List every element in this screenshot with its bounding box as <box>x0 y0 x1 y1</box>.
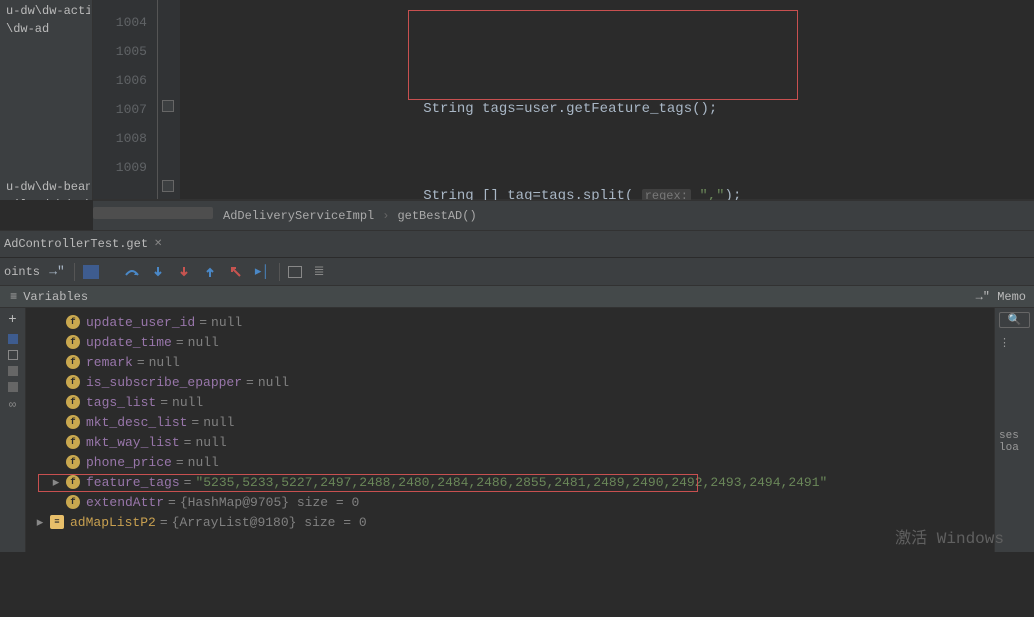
variable-value: null <box>203 415 234 430</box>
variable-name: phone_price <box>86 455 172 470</box>
variable-value: null <box>211 315 242 330</box>
variables-toolbar[interactable]: + ∞ <box>0 308 26 552</box>
sidebar-file-item[interactable]: gilu-dw\dw-busi <box>2 196 90 200</box>
variable-value: null <box>195 435 226 450</box>
trace-icon[interactable]: ≣ <box>310 263 328 281</box>
expand-icon[interactable]: ▸ <box>50 475 62 490</box>
close-icon[interactable]: ✕ <box>154 238 162 250</box>
field-icon: f <box>66 375 80 389</box>
sidebar-file-item[interactable]: u-dw\dw-bean <box>2 178 90 196</box>
toolbar-label: oints <box>4 265 40 279</box>
variable-name: update_user_id <box>86 315 195 330</box>
sidebar-file-item[interactable]: \dw-ad <box>2 20 90 38</box>
tool-icon[interactable]: ∞ <box>9 398 16 412</box>
variable-row[interactable]: fextendAttr = {HashMap@9705} size = 0 <box>26 492 994 512</box>
sidebar-file-item[interactable]: u-dw\dw-action <box>2 2 90 20</box>
search-icon[interactable]: 🔍 <box>999 312 1030 328</box>
field-icon: f <box>66 335 80 349</box>
variable-value: null <box>172 395 203 410</box>
fold-marker[interactable] <box>162 180 174 192</box>
fold-gutter[interactable] <box>158 0 180 199</box>
variable-row[interactable]: ftags_list = null <box>26 392 994 412</box>
tool-icon[interactable] <box>8 382 18 392</box>
variable-name: adMapListP2 <box>70 515 156 530</box>
tool-icon[interactable] <box>8 334 18 344</box>
variable-value: null <box>188 335 219 350</box>
breadcrumb-class[interactable]: AdDeliveryServiceImpl <box>223 209 374 223</box>
side-text: ses loa <box>999 430 1030 454</box>
variable-value: null <box>188 455 219 470</box>
fold-marker[interactable] <box>162 100 174 112</box>
expand-icon[interactable]: ▸ <box>34 515 46 530</box>
field-icon: f <box>66 495 80 509</box>
field-icon: f <box>66 435 80 449</box>
step-over-icon[interactable] <box>123 263 141 281</box>
step-out-icon[interactable] <box>201 263 219 281</box>
variables-panel-header[interactable]: ≡ Variables →" Memo <box>0 286 1034 308</box>
field-icon: f <box>66 315 80 329</box>
variable-row[interactable]: fupdate_time = null <box>26 332 994 352</box>
variable-row[interactable]: ▸≡adMapListP2 = {ArrayList@9180} size = … <box>26 512 994 532</box>
menu-icon[interactable]: ⋮ <box>999 336 1030 350</box>
variables-title: Variables <box>23 290 88 304</box>
add-watch-icon[interactable]: + <box>8 312 16 328</box>
variable-name: is_subscribe_epapper <box>86 375 242 390</box>
list-icon: ≡ <box>10 290 17 304</box>
variable-name: remark <box>86 355 133 370</box>
debug-tab-bar[interactable]: AdControllerTest.get ✕ <box>0 230 1034 258</box>
debug-toolbar[interactable]: oints →" ▸│ ≣ <box>0 258 1034 286</box>
highlight-annotation <box>408 10 798 100</box>
variable-name: extendAttr <box>86 495 164 510</box>
field-icon: f <box>66 355 80 369</box>
variable-name: mkt_desc_list <box>86 415 187 430</box>
variable-value: null <box>149 355 180 370</box>
variable-row[interactable]: fis_subscribe_epapper = null <box>26 372 994 392</box>
variable-name: feature_tags <box>86 475 180 490</box>
code-content[interactable]: String tags=user.getFeature_tags(); Stri… <box>180 0 1034 199</box>
line-number-gutter: 1004 1005 1006 1007 1008 1009 <box>93 0 158 199</box>
tab-label[interactable]: AdControllerTest.get <box>4 237 148 251</box>
force-step-into-icon[interactable] <box>175 263 193 281</box>
field-icon: f <box>66 415 80 429</box>
variable-name: update_time <box>86 335 172 350</box>
evaluate-icon[interactable] <box>288 266 302 278</box>
variable-row[interactable]: fphone_price = null <box>26 452 994 472</box>
project-sidebar[interactable]: u-dw\dw-action \dw-ad u-dw\dw-bean gilu-… <box>0 0 93 200</box>
code-editor[interactable]: 1004 1005 1006 1007 1008 1009 String tag… <box>93 0 1034 200</box>
field-icon: f <box>66 395 80 409</box>
variable-row[interactable]: fmkt_desc_list = null <box>26 412 994 432</box>
variable-row[interactable]: fmkt_way_list = null <box>26 432 994 452</box>
breadcrumb-method[interactable]: getBestAD() <box>397 209 476 223</box>
field-icon: f <box>66 475 80 489</box>
stack-icon[interactable] <box>83 265 99 279</box>
settings-icon[interactable]: →" <box>48 263 66 281</box>
drop-frame-icon[interactable] <box>227 263 245 281</box>
field-icon: f <box>66 455 80 469</box>
variable-name: mkt_way_list <box>86 435 180 450</box>
tool-icon[interactable] <box>8 366 18 376</box>
list-icon: ≡ <box>50 515 64 529</box>
variable-row[interactable]: ▸ffeature_tags = "5235,5233,5227,2497,24… <box>26 472 994 492</box>
variables-tree[interactable]: fupdate_user_id = nullfupdate_time = nul… <box>26 308 994 552</box>
variable-row[interactable]: fremark = null <box>26 352 994 372</box>
variable-value: null <box>258 375 289 390</box>
step-into-icon[interactable] <box>149 263 167 281</box>
variable-row[interactable]: fupdate_user_id = null <box>26 312 994 332</box>
variable-value: {ArrayList@9180} size = 0 <box>172 515 367 530</box>
right-panel[interactable]: 🔍 ⋮ ses loa <box>994 308 1034 552</box>
breadcrumb-bar[interactable]: AdDeliveryServiceImpl › getBestAD() <box>93 200 1034 230</box>
run-to-cursor-icon[interactable]: ▸│ <box>253 263 271 281</box>
variable-name: tags_list <box>86 395 156 410</box>
memory-tab[interactable]: →" Memo <box>976 290 1026 304</box>
horizontal-scrollbar[interactable] <box>93 207 213 219</box>
variable-value: "5235,5233,5227,2497,2488,2480,2484,2486… <box>195 475 827 490</box>
tool-icon[interactable] <box>8 350 18 360</box>
variables-panel[interactable]: + ∞ fupdate_user_id = nullfupdate_time =… <box>0 308 1034 552</box>
variable-value: {HashMap@9705} size = 0 <box>180 495 359 510</box>
